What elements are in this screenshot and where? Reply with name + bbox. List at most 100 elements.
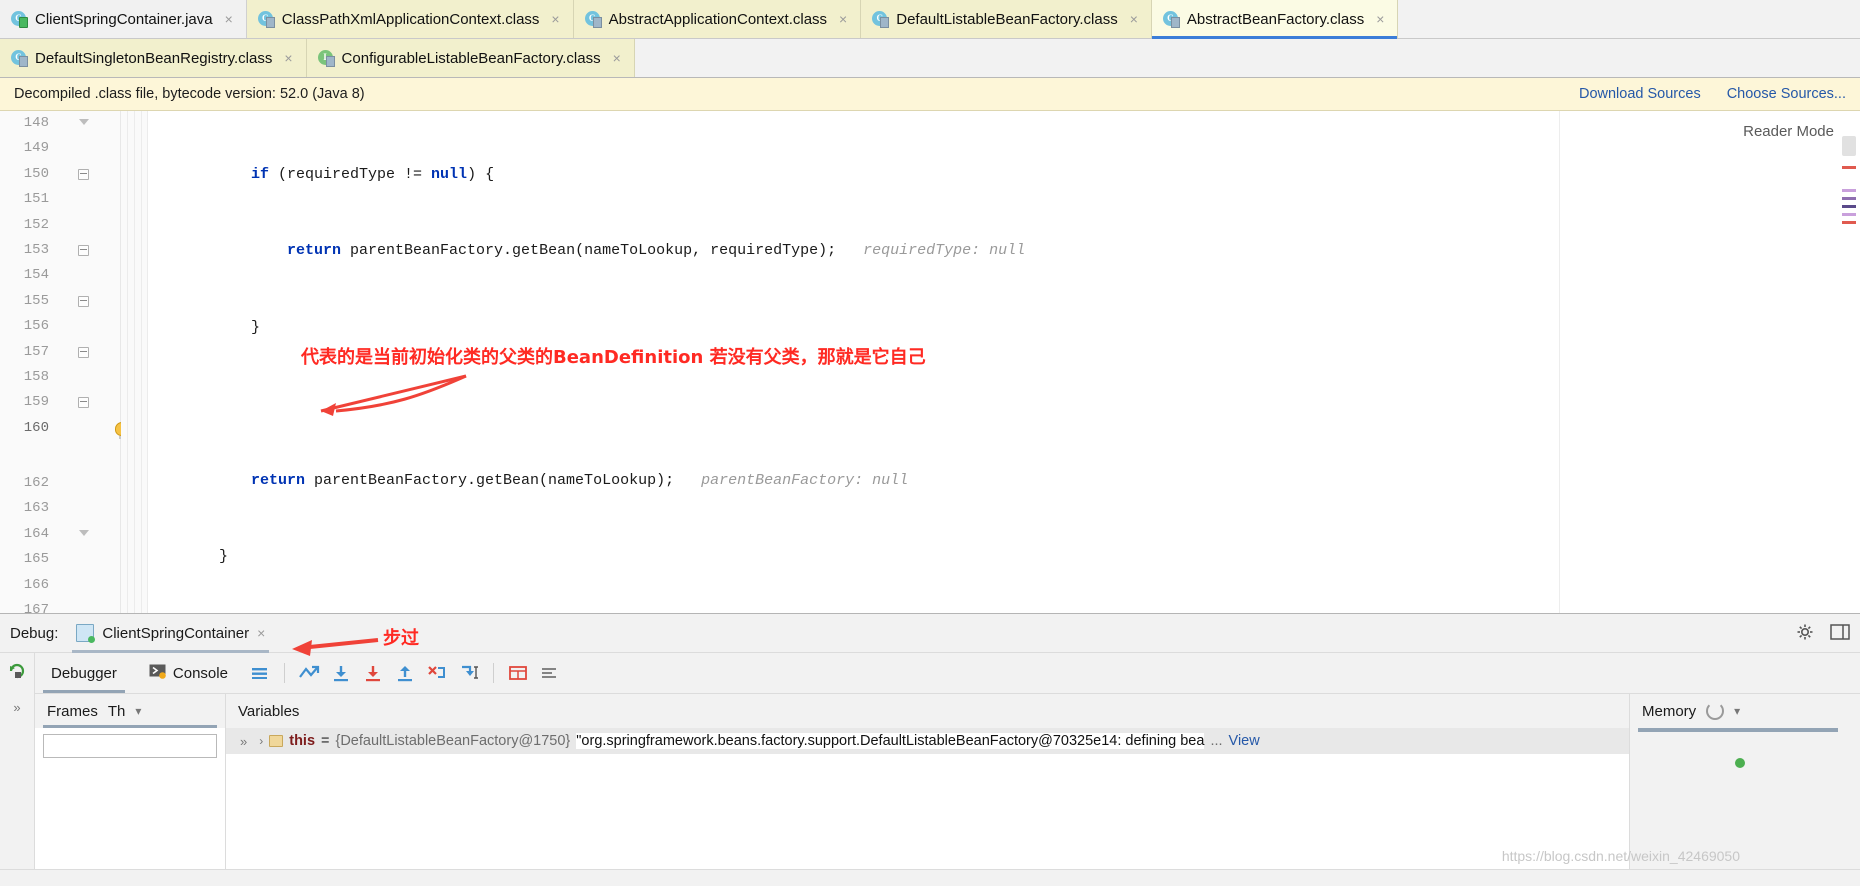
close-icon[interactable]: × bbox=[613, 51, 621, 65]
debug-session-tab[interactable]: ClientSpringContainer × bbox=[68, 620, 273, 653]
debugger-toolbar[interactable]: Debugger Console bbox=[35, 653, 1860, 694]
fold-column[interactable] bbox=[72, 111, 94, 547]
debug-main-area: Debugger Console Frames Th ▾ Variables »… bbox=[35, 653, 1860, 886]
show-execution-point-icon[interactable] bbox=[293, 657, 325, 689]
close-icon[interactable]: × bbox=[284, 51, 292, 65]
chevron-down-icon[interactable]: ▾ bbox=[135, 704, 141, 718]
code-line-150[interactable]: } bbox=[121, 315, 1559, 340]
variables-panel[interactable]: Variables » › this = {DefaultListableBea… bbox=[226, 694, 1629, 886]
drop-frame-icon[interactable] bbox=[421, 657, 453, 689]
tab-row-filler-2 bbox=[634, 39, 1860, 77]
editor-tab-defaultlistablebeanfactory[interactable]: C DefaultListableBeanFactory.class × bbox=[861, 0, 1152, 38]
step-out-icon[interactable] bbox=[389, 657, 421, 689]
line-number: 163 bbox=[23, 500, 49, 517]
editor-gutter[interactable]: 148 149 150 151 152 153 154 155 156 157 … bbox=[0, 111, 129, 643]
editor-tab-abstractbeanfactory[interactable]: C AbstractBeanFactory.class × bbox=[1151, 0, 1399, 39]
chevron-down-icon[interactable]: ▾ bbox=[1734, 704, 1740, 718]
fold-marker[interactable] bbox=[72, 111, 94, 136]
variable-row-this[interactable]: » › this = {DefaultListableBeanFactory@1… bbox=[226, 728, 1629, 754]
evaluate-expression-icon[interactable] bbox=[502, 657, 534, 689]
close-icon[interactable]: × bbox=[225, 12, 233, 26]
close-icon[interactable]: × bbox=[1376, 12, 1384, 26]
fold-marker[interactable] bbox=[72, 238, 94, 263]
close-icon[interactable]: × bbox=[839, 12, 847, 26]
variables-tree[interactable]: » › this = {DefaultListableBeanFactory@1… bbox=[226, 728, 1629, 886]
variable-equals: = bbox=[321, 733, 330, 749]
thread-selector[interactable] bbox=[43, 734, 217, 758]
tab-debugger[interactable]: Debugger bbox=[35, 653, 133, 693]
fold-marker[interactable] bbox=[72, 162, 94, 187]
step-into-icon[interactable] bbox=[357, 657, 389, 689]
tab-console[interactable]: Console bbox=[133, 653, 244, 693]
editor-tab-classpathxmlapplicationcontext[interactable]: C ClassPathXmlApplicationContext.class × bbox=[246, 0, 574, 38]
tab-row-filler bbox=[1398, 0, 1860, 38]
scrollbar-thumb[interactable] bbox=[1842, 136, 1856, 156]
change-marker[interactable] bbox=[1842, 189, 1856, 192]
field-icon bbox=[269, 735, 284, 747]
debug-header-actions bbox=[1796, 623, 1850, 644]
fold-marker[interactable] bbox=[72, 289, 94, 314]
change-marker[interactable] bbox=[1842, 213, 1856, 216]
line-number: 155 bbox=[23, 292, 49, 309]
notification-links: Download Sources Choose Sources... bbox=[1579, 86, 1846, 102]
code-line-153[interactable]: } bbox=[121, 544, 1559, 569]
code-editor[interactable]: 148 149 150 151 152 153 154 155 156 157 … bbox=[0, 111, 1860, 643]
code-line-149[interactable]: return parentBeanFactory.getBean(nameToL… bbox=[121, 238, 1559, 263]
memory-header[interactable]: Memory ▾ bbox=[1630, 694, 1860, 728]
source-code[interactable]: if (requiredType != null) { return paren… bbox=[121, 111, 1559, 613]
run-to-cursor-icon[interactable] bbox=[453, 657, 485, 689]
change-marker[interactable] bbox=[1842, 205, 1856, 208]
code-content[interactable]: if (requiredType != null) { return paren… bbox=[121, 111, 1559, 613]
line-number: 156 bbox=[23, 318, 49, 335]
memory-tab-label: Memory bbox=[1642, 702, 1697, 720]
error-marker[interactable] bbox=[1842, 221, 1856, 224]
editor-tab-defaultsingletonbeanregistry[interactable]: C DefaultSingletonBeanRegistry.class × bbox=[0, 39, 307, 77]
view-value-link[interactable]: View bbox=[1229, 733, 1260, 749]
frames-list[interactable] bbox=[35, 728, 225, 886]
fold-marker[interactable] bbox=[72, 522, 94, 547]
download-sources-link[interactable]: Download Sources bbox=[1579, 86, 1701, 102]
editor-right-rail: Reader Mode bbox=[1559, 111, 1860, 613]
scroll-marker-strip[interactable] bbox=[1840, 111, 1856, 613]
resume-program-icon[interactable] bbox=[7, 661, 27, 684]
code-line-148[interactable]: if (requiredType != null) { bbox=[121, 162, 1559, 187]
editor-tab-client-spring-container[interactable]: C ClientSpringContainer.java × bbox=[0, 0, 247, 38]
chevron-right-icon[interactable]: › bbox=[259, 734, 263, 748]
debug-label: Debug: bbox=[10, 624, 59, 642]
line-number-current: 160 bbox=[23, 419, 49, 436]
close-icon[interactable]: × bbox=[1130, 12, 1138, 26]
frames-panel[interactable]: Frames Th ▾ bbox=[35, 694, 226, 886]
fold-marker[interactable] bbox=[72, 390, 94, 415]
choose-sources-link[interactable]: Choose Sources... bbox=[1727, 86, 1846, 102]
mute-breakpoints-icon[interactable] bbox=[534, 657, 566, 689]
line-number: 149 bbox=[23, 140, 49, 157]
editor-tab-configurablelistablebeanfactory[interactable]: I ConfigurableListableBeanFactory.class … bbox=[306, 39, 635, 77]
editor-tab-abstractapplicationcontext[interactable]: C AbstractApplicationContext.class × bbox=[573, 0, 862, 38]
variables-header[interactable]: Variables bbox=[226, 694, 1629, 728]
overflow-icon[interactable]: » bbox=[234, 734, 253, 749]
tab-label: ClassPathXmlApplicationContext.class bbox=[281, 10, 540, 28]
line-number: 153 bbox=[23, 241, 49, 258]
memory-panel[interactable]: Memory ▾ bbox=[1629, 694, 1860, 886]
fold-marker[interactable] bbox=[72, 340, 94, 365]
code-line-152[interactable]: return parentBeanFactory.getBean(nameToL… bbox=[121, 468, 1559, 493]
view-breakpoints-icon[interactable] bbox=[244, 657, 276, 689]
gear-icon[interactable] bbox=[1796, 623, 1814, 644]
change-marker[interactable] bbox=[1842, 197, 1856, 200]
close-icon[interactable]: × bbox=[551, 12, 559, 26]
debug-side-toolbar[interactable]: » bbox=[0, 653, 35, 886]
close-icon[interactable]: × bbox=[257, 625, 265, 641]
debug-header: Debug: ClientSpringContainer × bbox=[0, 614, 1860, 653]
error-marker[interactable] bbox=[1842, 166, 1856, 169]
frames-header[interactable]: Frames Th ▾ bbox=[35, 694, 225, 728]
step-over-icon[interactable] bbox=[325, 657, 357, 689]
more-actions-icon[interactable]: » bbox=[7, 700, 26, 715]
reader-mode-label[interactable]: Reader Mode bbox=[1743, 123, 1834, 140]
layout-icon[interactable] bbox=[1830, 623, 1850, 643]
threads-tab-label[interactable]: Th bbox=[108, 703, 126, 720]
code-line-151[interactable] bbox=[121, 391, 1559, 416]
tab-label: AbstractApplicationContext.class bbox=[608, 10, 828, 28]
debug-tool-window[interactable]: Debug: ClientSpringContainer × » Debugge… bbox=[0, 613, 1860, 886]
